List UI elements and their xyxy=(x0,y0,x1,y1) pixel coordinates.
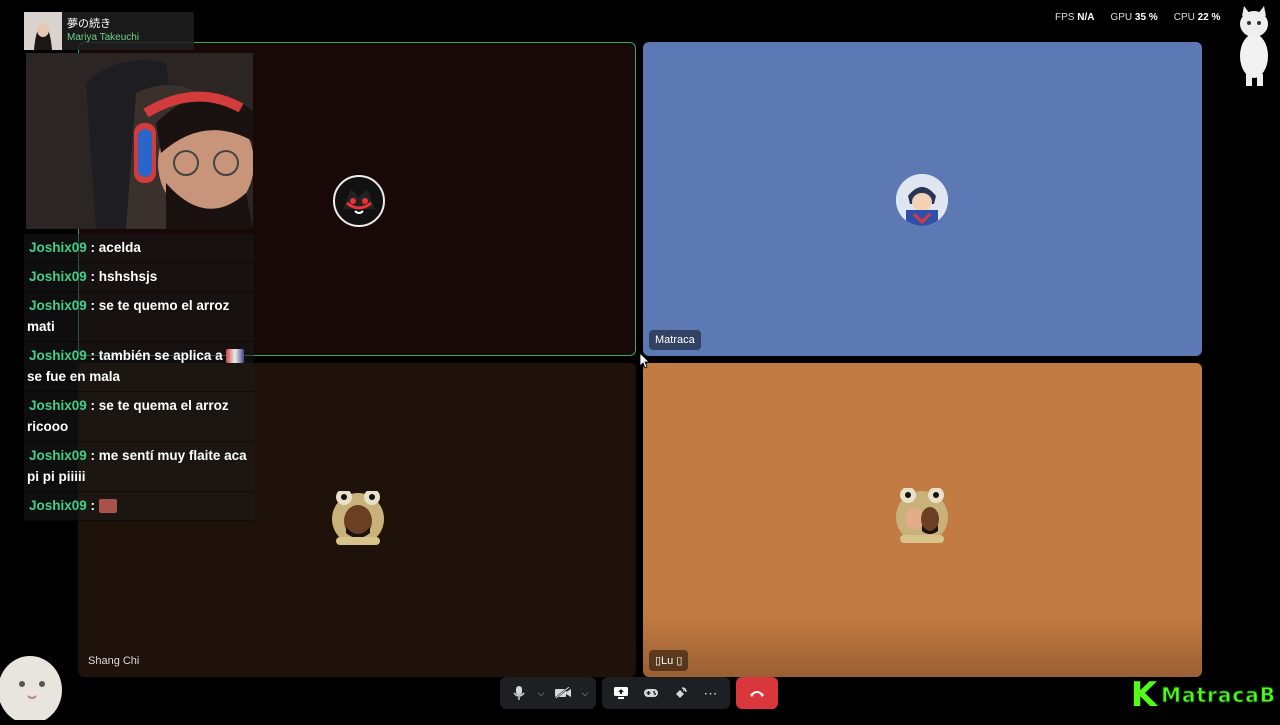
chat-username: Joshix09 xyxy=(29,398,87,413)
chat-message: Joshix09 : me sentí muy flaite aca pi pi… xyxy=(24,442,254,492)
chat-username: Joshix09 xyxy=(29,269,87,284)
chat-text: hshshsjs xyxy=(98,269,158,284)
chat-message: Joshix09 : acelda xyxy=(24,234,254,263)
chat-username: Joshix09 xyxy=(29,298,87,313)
chat-text: también se aplica a xyxy=(98,348,223,363)
chat-username: Joshix09 xyxy=(29,240,87,255)
chat-message: Joshix09 : hshshsjs xyxy=(24,263,254,292)
gamepad-icon[interactable] xyxy=(636,679,666,707)
participant-name-tag: ▯Lu ▯ xyxy=(649,650,689,671)
hangup-button[interactable] xyxy=(736,677,778,709)
song-artist: Mariya Takeuchi xyxy=(67,32,140,43)
cat-face-image xyxy=(0,650,62,724)
emote-icon xyxy=(226,349,245,364)
performance-stats: FPS N/A GPU 35 % CPU 22 % xyxy=(1055,12,1220,23)
mouse-cursor xyxy=(639,352,650,374)
chevron-down-icon[interactable]: ⌵ xyxy=(534,679,548,707)
kick-logo: K xyxy=(1130,675,1158,715)
song-title: 夢の続き xyxy=(67,18,111,30)
participant-name-tag: Matraca xyxy=(649,330,701,350)
camera-off-icon[interactable] xyxy=(548,679,578,707)
chat-text: se fue en mala xyxy=(27,369,121,384)
screen-share-icon[interactable] xyxy=(606,679,636,707)
channel-name: MatracaB xyxy=(1161,683,1276,708)
participant-tile-bottom-right[interactable]: ▯Lu ▯ xyxy=(643,363,1202,677)
cpu-stat: CPU 22 % xyxy=(1173,12,1221,23)
chat-username: Joshix09 xyxy=(29,448,87,463)
now-playing-widget: 夢の続き Mariya Takeuchi xyxy=(24,12,194,50)
frog-hat-avatar xyxy=(330,491,386,547)
chat-message: Joshix09 : también se aplica a se fue en… xyxy=(24,342,254,392)
frog-hat-couple-avatar xyxy=(894,488,950,546)
dancing-cat-image xyxy=(1226,4,1280,88)
chat-message: Joshix09 : xyxy=(24,492,254,521)
chat-message: Joshix09 : se te quema el arroz ricooo xyxy=(24,392,254,442)
more-icon[interactable]: ⋯ xyxy=(696,679,726,707)
hangup-icon xyxy=(750,691,764,697)
anime-character-avatar xyxy=(896,174,948,226)
chat-username: Joshix09 xyxy=(29,498,87,513)
soundboard-icon[interactable] xyxy=(666,679,696,707)
call-controls: ⌵ ⌵ ⋯ xyxy=(500,677,778,709)
fps-stat: FPS N/A xyxy=(1055,12,1095,23)
chat-text: acelda xyxy=(98,240,141,255)
chat-username: Joshix09 xyxy=(29,348,87,363)
emote-icon xyxy=(98,499,117,514)
chat-overlay: Joshix09 : acelda Joshix09 : hshshsjs Jo… xyxy=(24,234,254,521)
album-art xyxy=(24,12,62,50)
activity-group: ⋯ xyxy=(602,677,730,709)
streamer-webcam xyxy=(26,53,253,229)
participant-name-tag: Shang Chi xyxy=(88,655,140,667)
shadow-hedgehog-avatar xyxy=(333,175,385,227)
chevron-down-icon[interactable]: ⌵ xyxy=(578,679,592,707)
audio-video-group: ⌵ ⌵ xyxy=(500,677,596,709)
microphone-icon[interactable] xyxy=(504,679,534,707)
chat-message: Joshix09 : se te quemo el arroz mati xyxy=(24,292,254,342)
participant-tile-top-right[interactable]: Matraca xyxy=(643,42,1202,356)
gpu-stat: GPU 35 % xyxy=(1110,12,1158,23)
kick-brand-watermark: K MatracaB xyxy=(1131,678,1276,712)
